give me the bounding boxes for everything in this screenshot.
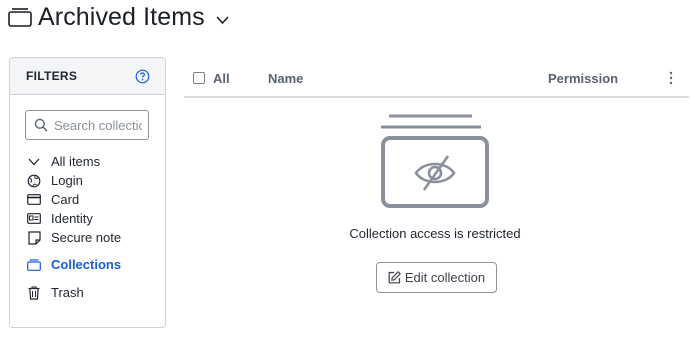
trash-icon [26, 285, 42, 301]
more-options-icon[interactable] [668, 71, 674, 85]
select-all-checkbox[interactable] [193, 72, 205, 84]
filter-label: Login [51, 173, 83, 188]
filter-label: Trash [51, 285, 84, 300]
note-icon [26, 230, 42, 246]
collection-icon [8, 8, 32, 27]
filters-header: FILTERS [10, 58, 165, 95]
filter-card[interactable]: Card [26, 190, 121, 209]
help-icon[interactable] [135, 69, 150, 84]
filter-all-items[interactable]: All items [26, 152, 121, 171]
table-header: All Name Permission [184, 63, 689, 98]
chevron-down-icon[interactable] [26, 154, 42, 170]
credit-card-icon [26, 192, 42, 208]
filter-secure-note[interactable]: Secure note [26, 228, 121, 247]
id-card-icon [26, 211, 42, 227]
empty-state: Collection access is restricted Edit col… [320, 112, 550, 293]
page-header: Archived Items [8, 0, 229, 34]
edit-icon [388, 271, 401, 284]
filter-tree: All items Login Card Identity Secure not… [26, 152, 121, 302]
filter-label: All items [51, 154, 101, 169]
filter-label: Collections [51, 257, 122, 272]
filter-label: Secure note [51, 230, 122, 245]
empty-state-message: Collection access is restricted [349, 226, 521, 241]
filter-identity[interactable]: Identity [26, 209, 121, 228]
page-title: Archived Items [38, 2, 205, 31]
filter-label: Card [51, 192, 80, 207]
collection-hidden-icon [381, 114, 489, 208]
search-icon [34, 118, 48, 132]
edit-collection-button[interactable]: Edit collection [376, 262, 497, 293]
search-input[interactable] [54, 117, 142, 133]
filter-login[interactable]: Login [26, 171, 121, 190]
collection-icon [26, 257, 42, 273]
globe-icon [26, 173, 42, 189]
filter-trash[interactable]: Trash [26, 283, 121, 302]
column-permission[interactable]: Permission [548, 71, 618, 86]
column-all[interactable]: All [213, 71, 230, 86]
filter-collections[interactable]: Collections [26, 255, 121, 274]
filter-label: Identity [51, 211, 93, 226]
filters-title: FILTERS [26, 69, 78, 83]
search-field[interactable] [25, 110, 149, 140]
edit-collection-label: Edit collection [404, 270, 486, 285]
chevron-down-icon[interactable] [216, 15, 229, 25]
filters-panel: FILTERS All items Login [9, 57, 166, 328]
column-name[interactable]: Name [268, 71, 303, 86]
